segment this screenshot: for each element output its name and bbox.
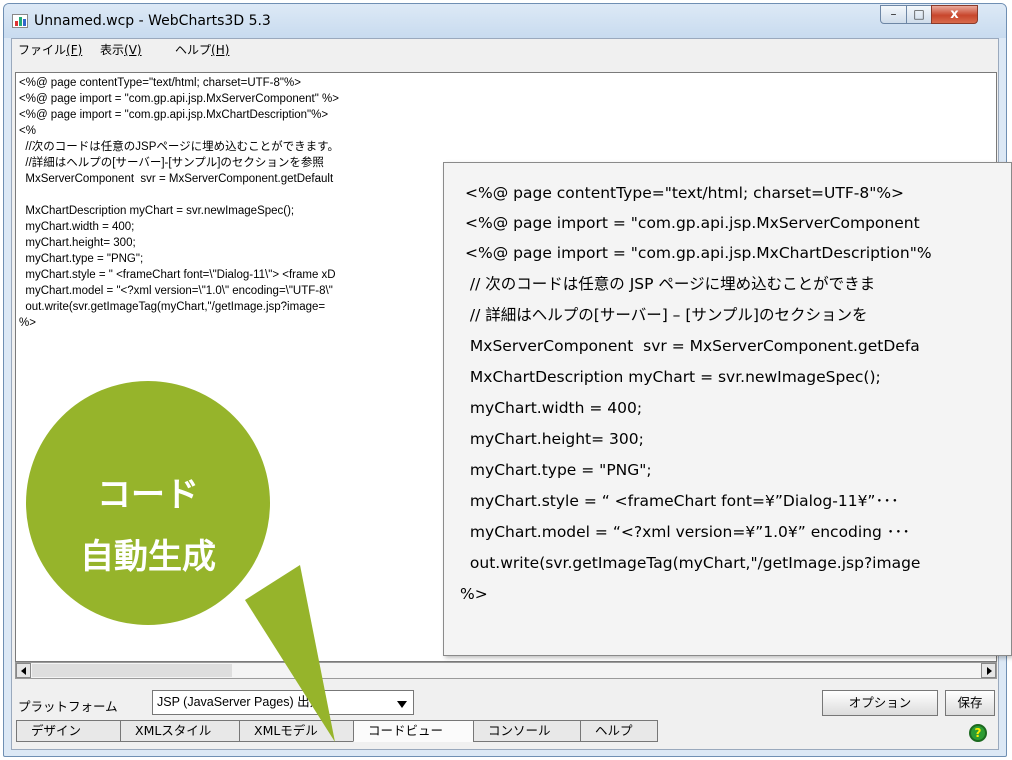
bubble-text-line2: 自動生成 [80,537,216,577]
bubble-text-line1: コード [97,475,199,515]
bubble-tail [245,565,335,742]
